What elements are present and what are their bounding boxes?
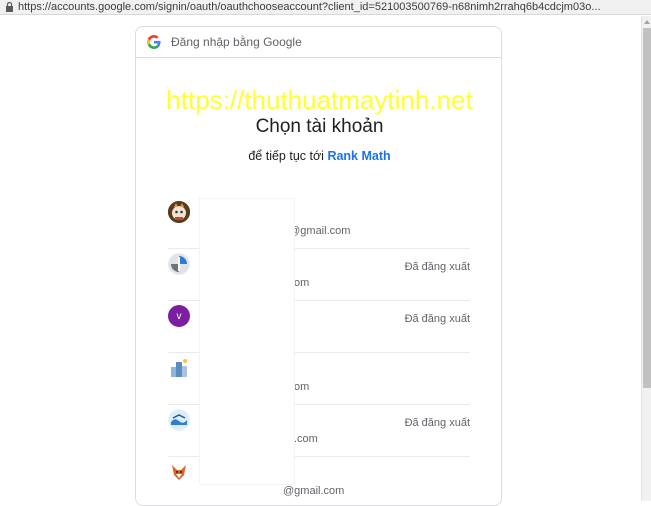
avatar: v [168, 305, 190, 327]
avatar [168, 201, 190, 223]
url-text: https://accounts.google.com/signin/oauth… [18, 0, 601, 13]
signin-card: Đăng nhập bằng Google https://thuthuatma… [135, 26, 502, 506]
fox-avatar-icon [168, 201, 190, 223]
google-g-icon [147, 35, 161, 49]
subtitle-prefix: để tiếp tục tới [248, 149, 324, 163]
address-bar[interactable]: https://accounts.google.com/signin/oauth… [0, 0, 651, 15]
header-title: Đăng nhập bằng Google [171, 35, 302, 49]
app-name-link[interactable]: Rank Math [327, 149, 390, 163]
fox-avatar-orange-icon [172, 465, 186, 480]
avatar [168, 409, 190, 431]
redaction-overlay [200, 199, 294, 484]
avatar [168, 461, 190, 483]
page-subtitle: để tiếp tục tới Rank Math [136, 149, 501, 163]
scroll-up-icon[interactable] [644, 19, 650, 25]
scrollbar-thumb[interactable] [643, 28, 651, 388]
account-status: Đã đăng xuất [404, 261, 470, 273]
lock-icon [0, 0, 18, 14]
watermark-text: https://thuthuatmaytinh.net [166, 85, 473, 115]
avatar [168, 357, 190, 379]
logo-avatar-icon [169, 254, 189, 274]
wave-avatar-icon [169, 410, 189, 430]
account-email: @gmail.com [283, 485, 345, 497]
building-avatar-icon [171, 359, 187, 377]
card-header: Đăng nhập bằng Google [136, 27, 501, 58]
avatar-letter: v [176, 310, 182, 322]
avatar [168, 253, 190, 275]
account-status: Đã đăng xuất [404, 313, 470, 325]
page-title: Chọn tài khoản [255, 116, 384, 137]
vertical-scrollbar[interactable] [641, 16, 651, 501]
account-status: Đã đăng xuất [404, 417, 470, 429]
